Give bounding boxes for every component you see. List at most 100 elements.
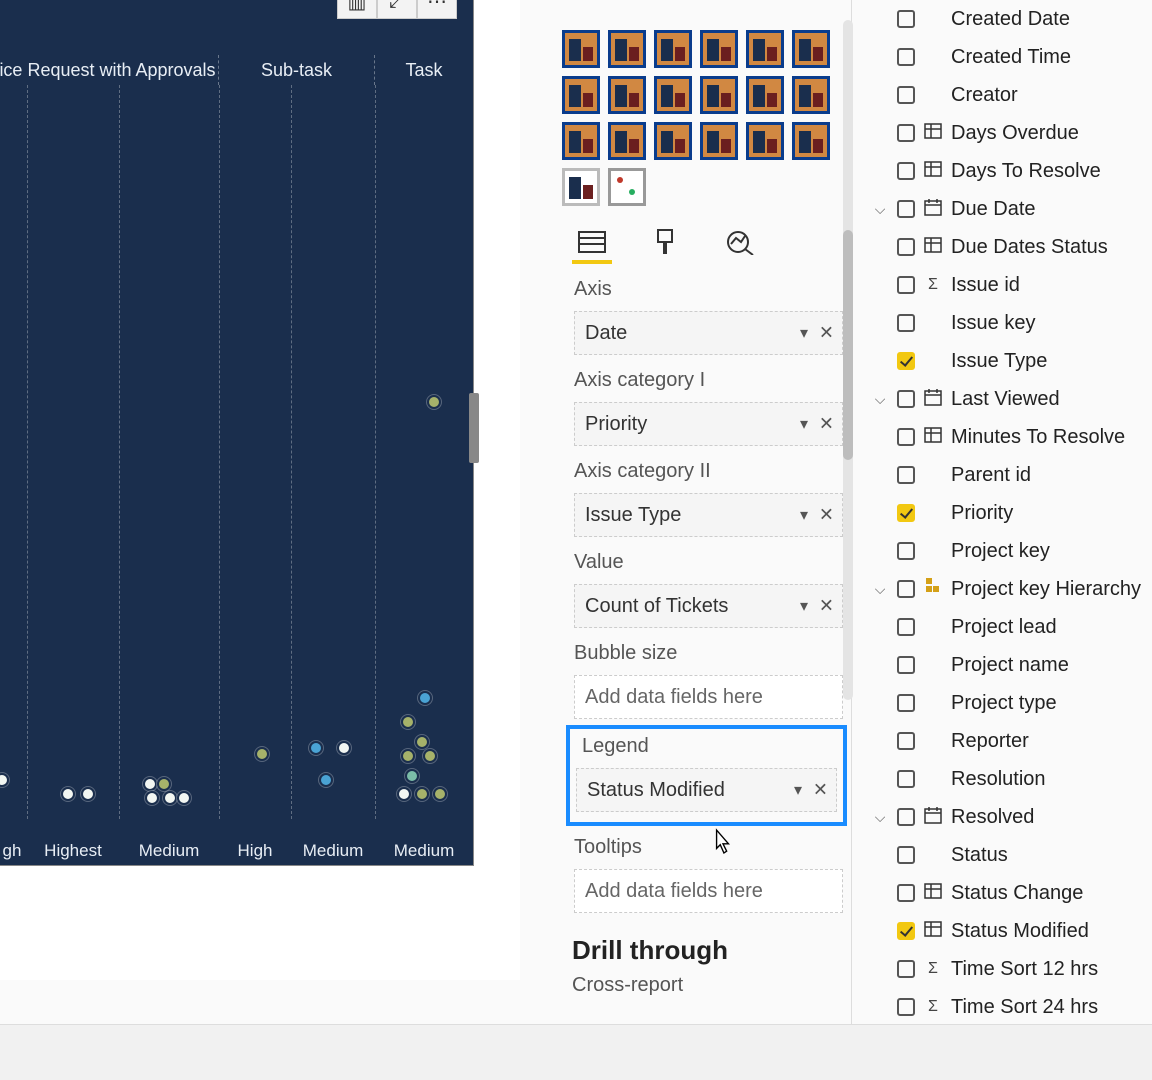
field-row[interactable]: Project name — [865, 646, 1152, 684]
legend-well[interactable]: Status Modified ▾ ✕ — [576, 768, 837, 812]
field-checkbox[interactable] — [897, 48, 915, 66]
field-row[interactable]: Creator — [865, 76, 1152, 114]
axis-cat2-well[interactable]: Issue Type ▾ ✕ — [574, 493, 843, 537]
viz-type-tile[interactable] — [700, 122, 738, 160]
field-checkbox[interactable] — [897, 846, 915, 864]
field-row[interactable]: Resolution — [865, 760, 1152, 798]
field-checkbox[interactable] — [897, 922, 915, 940]
remove-field-icon[interactable]: ✕ — [819, 596, 834, 617]
report-canvas[interactable]: ▥ ⤢ ⋯ ice Request with Approvals Sub-tas… — [0, 0, 520, 980]
viz-type-tile[interactable] — [792, 30, 830, 68]
field-checkbox[interactable] — [897, 998, 915, 1016]
field-checkbox[interactable] — [897, 580, 915, 598]
viz-type-tile[interactable] — [792, 76, 830, 114]
viz-type-tile[interactable] — [562, 76, 600, 114]
remove-field-icon[interactable]: ✕ — [819, 414, 834, 435]
field-row[interactable]: Due Dates Status — [865, 228, 1152, 266]
viz-type-tile[interactable] — [746, 76, 784, 114]
field-checkbox[interactable] — [897, 314, 915, 332]
field-checkbox[interactable] — [897, 884, 915, 902]
field-checkbox[interactable] — [897, 276, 915, 294]
field-checkbox[interactable] — [897, 618, 915, 636]
visual-more-icon[interactable]: ⋯ — [417, 0, 457, 19]
fields-tab-icon[interactable] — [572, 224, 612, 264]
field-checkbox[interactable] — [897, 10, 915, 28]
chevron-down-icon[interactable]: ▾ — [800, 596, 808, 616]
field-row[interactable]: ΣIssue id — [865, 266, 1152, 304]
viz-type-tile[interactable] — [608, 30, 646, 68]
viz-type-tile[interactable] — [608, 76, 646, 114]
expand-chevron-icon[interactable]: ⌵ — [871, 391, 889, 408]
viz-type-tile[interactable] — [700, 76, 738, 114]
axis-cat1-well[interactable]: Priority ▾ ✕ — [574, 402, 843, 446]
field-checkbox[interactable] — [897, 770, 915, 788]
axis-well[interactable]: Date ▾ ✕ — [574, 311, 843, 355]
field-checkbox[interactable] — [897, 200, 915, 218]
visual-filter-icon[interactable]: ▥ — [337, 0, 377, 19]
field-row[interactable]: Days To Resolve — [865, 152, 1152, 190]
field-row[interactable]: ΣTime Sort 12 hrs — [865, 950, 1152, 988]
viz-type-tile[interactable] — [746, 122, 784, 160]
chevron-down-icon[interactable]: ▾ — [800, 323, 808, 343]
viz-type-tile[interactable] — [562, 122, 600, 160]
field-checkbox[interactable] — [897, 162, 915, 180]
field-row[interactable]: Project type — [865, 684, 1152, 722]
viz-type-tile[interactable] — [654, 122, 692, 160]
field-checkbox[interactable] — [897, 504, 915, 522]
viz-type-tile[interactable] — [562, 30, 600, 68]
remove-field-icon[interactable]: ✕ — [819, 505, 834, 526]
field-row[interactable]: Created Time — [865, 38, 1152, 76]
field-row[interactable]: ⌵Due Date — [865, 190, 1152, 228]
field-checkbox[interactable] — [897, 86, 915, 104]
field-row[interactable]: Minutes To Resolve — [865, 418, 1152, 456]
field-row[interactable]: Created Date — [865, 0, 1152, 38]
field-row[interactable]: Priority — [865, 494, 1152, 532]
field-checkbox[interactable] — [897, 694, 915, 712]
field-row[interactable]: Status Change — [865, 874, 1152, 912]
field-row[interactable]: Project key — [865, 532, 1152, 570]
field-checkbox[interactable] — [897, 124, 915, 142]
field-checkbox[interactable] — [897, 960, 915, 978]
viz-type-tile[interactable] — [654, 30, 692, 68]
field-checkbox[interactable] — [897, 656, 915, 674]
value-well[interactable]: Count of Tickets ▾ ✕ — [574, 584, 843, 628]
field-row[interactable]: ⌵Project key Hierarchy — [865, 570, 1152, 608]
remove-field-icon[interactable]: ✕ — [819, 323, 834, 344]
viz-type-tile[interactable] — [654, 76, 692, 114]
field-row[interactable]: Parent id — [865, 456, 1152, 494]
expand-chevron-icon[interactable]: ⌵ — [871, 201, 889, 218]
visual-focus-icon[interactable]: ⤢ — [377, 0, 417, 19]
viz-pane-scrollbar[interactable] — [843, 20, 853, 700]
viz-type-tile[interactable] — [746, 30, 784, 68]
format-tab-icon[interactable] — [646, 224, 686, 264]
chevron-down-icon[interactable]: ▾ — [794, 780, 802, 800]
bubble-well[interactable]: Add data fields here — [574, 675, 843, 719]
field-checkbox[interactable] — [897, 808, 915, 826]
field-row[interactable]: Days Overdue — [865, 114, 1152, 152]
viz-type-tile[interactable] — [562, 168, 600, 206]
field-row[interactable]: ⌵Resolved — [865, 798, 1152, 836]
chevron-down-icon[interactable]: ▾ — [800, 505, 808, 525]
tooltips-well[interactable]: Add data fields here — [574, 869, 843, 913]
viz-type-tile[interactable] — [792, 122, 830, 160]
field-checkbox[interactable] — [897, 466, 915, 484]
field-row[interactable]: Status — [865, 836, 1152, 874]
field-checkbox[interactable] — [897, 428, 915, 446]
field-row[interactable]: ⌵Last Viewed — [865, 380, 1152, 418]
expand-chevron-icon[interactable]: ⌵ — [871, 581, 889, 598]
field-checkbox[interactable] — [897, 542, 915, 560]
field-row[interactable]: Reporter — [865, 722, 1152, 760]
field-checkbox[interactable] — [897, 732, 915, 750]
field-checkbox[interactable] — [897, 352, 915, 370]
remove-field-icon[interactable]: ✕ — [813, 780, 828, 801]
field-row[interactable]: Project lead — [865, 608, 1152, 646]
chevron-down-icon[interactable]: ▾ — [800, 414, 808, 434]
field-row[interactable]: ΣTime Sort 24 hrs — [865, 988, 1152, 1026]
expand-chevron-icon[interactable]: ⌵ — [871, 809, 889, 826]
viz-type-tile[interactable] — [608, 168, 646, 206]
field-checkbox[interactable] — [897, 238, 915, 256]
field-row[interactable]: Issue key — [865, 304, 1152, 342]
field-row[interactable]: Issue Type — [865, 342, 1152, 380]
viz-type-tile[interactable] — [700, 30, 738, 68]
field-row[interactable]: Status Modified — [865, 912, 1152, 950]
